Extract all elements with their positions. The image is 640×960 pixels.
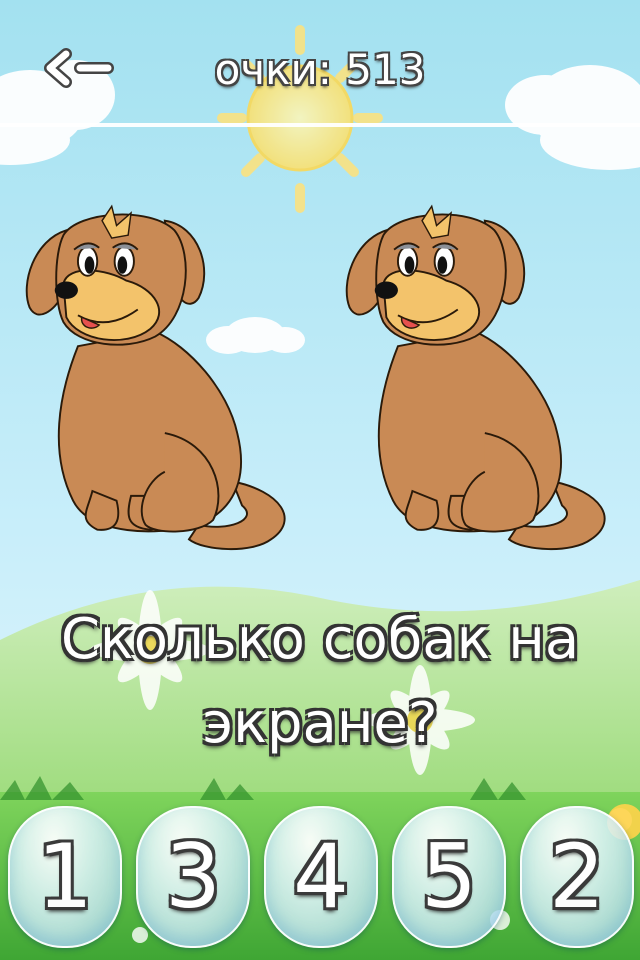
back-arrow-icon [44, 48, 114, 88]
score-display: очки: 513 [180, 40, 460, 100]
question-text: Сколько собак на экране? [60, 607, 580, 756]
score-separator: : [317, 45, 332, 94]
answer-button-2[interactable]: 3 [136, 806, 250, 948]
answer-button-3[interactable]: 4 [264, 806, 378, 948]
dog-picture [25, 205, 286, 551]
score-value: 513 [345, 45, 426, 94]
dog-picture [345, 205, 606, 551]
answer-button-5[interactable]: 2 [520, 806, 634, 948]
back-button[interactable] [40, 38, 120, 98]
score-label: очки [214, 45, 318, 94]
answer-button-1[interactable]: 1 [8, 806, 122, 948]
answer-button-4[interactable]: 5 [392, 806, 506, 948]
header-divider [0, 123, 640, 127]
top-bar: очки: 513 [0, 0, 640, 127]
